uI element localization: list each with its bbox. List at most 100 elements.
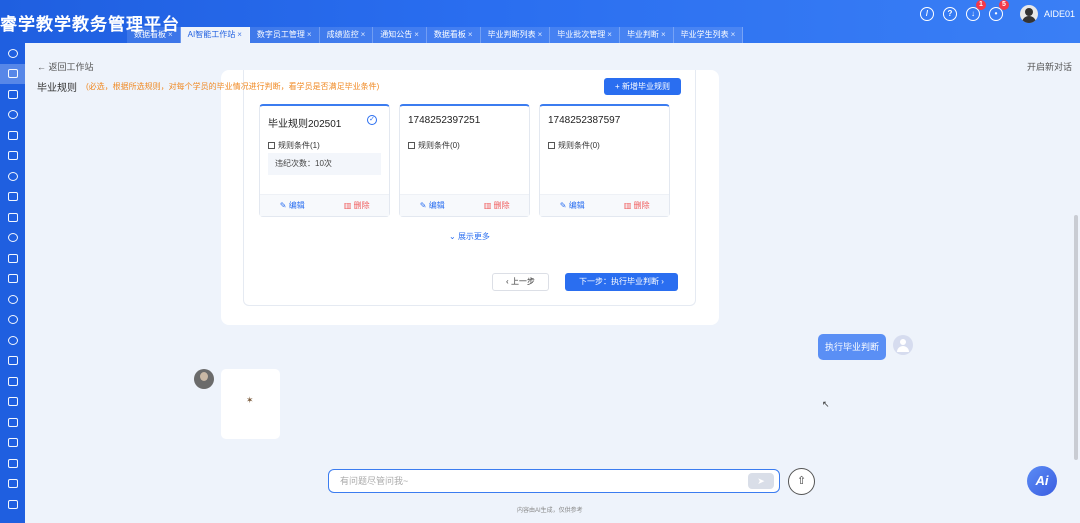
sidebar-item-users[interactable] xyxy=(0,105,25,126)
tab-graduate-students[interactable]: 毕业学生列表 × xyxy=(673,27,744,43)
tab-data-board-2[interactable]: 数据看板 × xyxy=(426,27,481,43)
search-icon xyxy=(7,48,18,58)
next-step-button[interactable]: 下一步：执行毕业判断 › xyxy=(565,273,678,291)
sidebar-item-folder-7[interactable] xyxy=(0,474,25,495)
tab-grade-monitor[interactable]: 成绩监控 × xyxy=(319,27,374,43)
tab-label: 毕业判断 xyxy=(626,30,659,39)
sidebar-item-image[interactable] xyxy=(0,125,25,146)
person-icon xyxy=(7,294,18,304)
rule-condition-text: 规则条件(0) xyxy=(558,141,600,150)
header-actions: / ? ↓ 1 • 5 AIDE01 xyxy=(919,0,1080,28)
sidebar-item-screen-2[interactable] xyxy=(0,351,25,372)
sidebar-item-folder-4[interactable] xyxy=(0,392,25,413)
username[interactable]: AIDE01 xyxy=(1044,9,1075,19)
tab-graduation-judge[interactable]: 毕业判断 × xyxy=(619,27,674,43)
delete-button[interactable]: ▥ 删除 xyxy=(605,195,670,216)
tab-label: AI智能工作站 xyxy=(187,30,236,39)
sidebar-item-screen-3[interactable] xyxy=(0,412,25,433)
delete-button[interactable]: ▥ 删除 xyxy=(465,195,530,216)
sidebar-item-folder-2[interactable] xyxy=(0,207,25,228)
scrollbar[interactable] xyxy=(1074,215,1078,460)
sidebar-item-screen[interactable] xyxy=(0,84,25,105)
screen-icon xyxy=(7,89,18,99)
sidebar-item-folder-1[interactable] xyxy=(0,187,25,208)
sidebar-item-person-3[interactable] xyxy=(0,289,25,310)
close-icon[interactable]: × xyxy=(731,30,736,39)
sidebar-item-bell[interactable] xyxy=(0,330,25,351)
tab-label: 数据看板 xyxy=(433,30,466,39)
rule-hint: (必选，根据所选规则，对每个学员的毕业情况进行判断，看学员是否满足毕业条件) xyxy=(86,82,380,91)
close-icon[interactable]: × xyxy=(168,30,173,39)
tab-digital-staff[interactable]: 数字员工管理 × xyxy=(249,27,320,43)
tab-label: 数字员工管理 xyxy=(256,30,305,39)
list-icon xyxy=(268,142,275,149)
new-chat-button[interactable]: 开启新对话 xyxy=(1027,60,1072,73)
menu-icon xyxy=(7,499,18,509)
tab-label: 数据看板 xyxy=(134,30,166,39)
sidebar-item-person[interactable] xyxy=(0,166,25,187)
tab-ai-workstation[interactable]: AI智能工作站 × xyxy=(180,27,250,43)
trash-icon: ▥ xyxy=(343,201,354,210)
edit-button[interactable]: ✎ 编辑 xyxy=(400,195,465,216)
user-message: 执行毕业判断 xyxy=(818,334,886,360)
close-icon[interactable]: × xyxy=(468,30,473,39)
close-icon[interactable]: × xyxy=(307,30,312,39)
folder-icon xyxy=(7,458,18,468)
back-to-workstation[interactable]: ← 返回工作站 xyxy=(37,60,94,73)
prev-step-button[interactable]: ‹ 上一步 xyxy=(492,273,549,291)
chat-input[interactable]: 有问题尽管问我~ xyxy=(328,469,780,493)
help-icon[interactable]: ? xyxy=(942,7,957,21)
add-rule-button[interactable]: + 新增毕业规则 xyxy=(604,78,681,95)
list-icon xyxy=(408,142,415,149)
close-icon[interactable]: × xyxy=(237,30,242,39)
close-icon[interactable]: × xyxy=(414,30,419,39)
send-button[interactable]: ➤ xyxy=(748,473,774,489)
send-icon: ➤ xyxy=(757,476,765,486)
group-icon xyxy=(7,315,18,325)
sidebar-search[interactable] xyxy=(0,43,25,64)
rule-condition-text: 规则条件(1) xyxy=(278,141,320,150)
edit-button[interactable]: ✎ 编辑 xyxy=(260,195,325,216)
download-icon[interactable]: ↓ 1 xyxy=(965,0,986,21)
tab-data-board[interactable]: 数据看板 × xyxy=(127,27,181,43)
show-more-link[interactable]: ⌄ 展示更多 xyxy=(449,231,490,242)
tab-label: 成绩监控 xyxy=(326,30,359,39)
rule-card-actions: ✎ 编辑 ▥ 删除 xyxy=(400,194,529,216)
folder-icon xyxy=(7,479,18,489)
sidebar-item-cards[interactable] xyxy=(0,248,25,269)
screen-icon xyxy=(7,417,18,427)
bell-icon[interactable]: • 5 xyxy=(988,0,1009,21)
tab-graduation-list[interactable]: 毕业判断列表 × xyxy=(480,27,551,43)
sidebar-item-person-2[interactable] xyxy=(0,228,25,249)
avatar[interactable] xyxy=(1019,5,1038,23)
sidebar-item-doc[interactable] xyxy=(0,269,25,290)
sidebar-item-menu[interactable] xyxy=(0,494,25,515)
delete-button[interactable]: ▥ 删除 xyxy=(325,195,390,216)
sidebar-item-org[interactable] xyxy=(0,146,25,167)
assistant-message-loading: ✶ xyxy=(221,369,280,439)
sidebar-item-group[interactable] xyxy=(0,310,25,331)
person-icon xyxy=(7,233,18,243)
close-icon[interactable]: × xyxy=(538,30,543,39)
close-icon[interactable]: × xyxy=(661,30,666,39)
folder-icon xyxy=(7,192,18,202)
upload-button[interactable]: ⇧ xyxy=(788,468,815,495)
mouse-cursor-icon: ↖ xyxy=(822,399,830,409)
sidebar-item-folder-3[interactable] xyxy=(0,371,25,392)
sidebar-item-ai[interactable] xyxy=(0,63,25,84)
rule-card[interactable]: 1748252397251 规则条件(0) ✎ 编辑 ▥ 删除 xyxy=(399,104,530,217)
edit-button[interactable]: ✎ 编辑 xyxy=(540,195,605,216)
ai-disclaimer: 内容由AI生成，仅供参考 xyxy=(517,508,583,514)
sidebar-item-folder-5[interactable] xyxy=(0,433,25,454)
tab-notice[interactable]: 通知公告 × xyxy=(373,27,427,43)
folder-icon xyxy=(7,212,18,222)
rule-card[interactable]: 1748252387597 规则条件(0) ✎ 编辑 ▥ 删除 xyxy=(539,104,670,217)
compass-icon[interactable]: / xyxy=(919,7,934,21)
ai-assistant-button[interactable]: Ai xyxy=(1027,466,1057,496)
sidebar-item-folder-6[interactable] xyxy=(0,453,25,474)
rule-card-title: 1748252397251 xyxy=(408,115,481,126)
close-icon[interactable]: × xyxy=(361,30,366,39)
close-icon[interactable]: × xyxy=(607,30,612,39)
rule-card[interactable]: 毕业规则202501 ✓ 规则条件(1) 违纪次数：10次 ✎ 编辑 ▥ 删除 xyxy=(259,104,390,217)
tab-batch-manage[interactable]: 毕业批次管理 × xyxy=(550,27,620,43)
